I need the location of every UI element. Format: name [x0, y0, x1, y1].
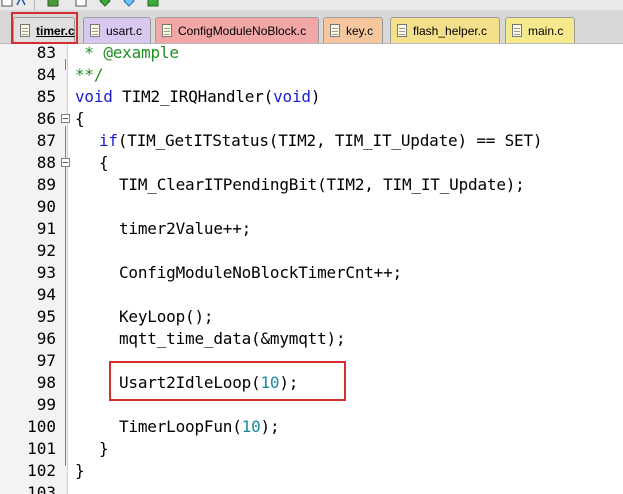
code-text: } [99, 438, 109, 458]
code-text: } [75, 460, 85, 480]
tool-icon-5[interactable] [98, 0, 112, 8]
line-number: 93 [36, 262, 56, 282]
code-line: 86 { [0, 107, 623, 129]
fold-collapse-icon[interactable] [61, 157, 70, 167]
file-icon [330, 24, 340, 37]
code-line: 102 } [0, 459, 623, 481]
line-number: 89 [36, 174, 56, 194]
line-number: 92 [36, 240, 56, 260]
code-line: 92 [0, 239, 623, 261]
code-editor[interactable]: 83 * @example 84 **/ 85 void TIM2_IRQHan… [0, 44, 623, 494]
line-number: 99 [36, 394, 56, 414]
tab-timer-c[interactable]: timer.c [13, 17, 75, 43]
file-icon [162, 24, 172, 37]
line-number: 91 [36, 218, 56, 238]
tab-label: usart.c [106, 23, 143, 38]
code-text: mqtt_time_data(&mymqtt); [119, 328, 346, 348]
code-text: KeyLoop(); [119, 306, 214, 326]
code-line: 94 [0, 283, 623, 305]
code-line: 89 TIM_ClearITPendingBit(TIM2, TIM_IT_Up… [0, 173, 623, 195]
code-line: 84 **/ [0, 63, 623, 85]
code-text: ConfigModuleNoBlockTimerCnt++; [119, 262, 402, 282]
tab-flash-helper-c[interactable]: flash_helper.c [390, 17, 500, 43]
code-line: 98 Usart2IdleLoop(10); [0, 371, 623, 393]
code-text: { [75, 108, 85, 128]
file-icon [512, 24, 522, 37]
line-number: 86 [36, 108, 56, 128]
code-line: 99 [0, 393, 623, 415]
tab-label: flash_helper.c [413, 23, 488, 38]
line-number: 84 [36, 64, 56, 84]
code-line: 96 mqtt_time_data(&mymqtt); [0, 327, 623, 349]
line-number: 100 [27, 416, 56, 436]
tool-icon-2[interactable] [14, 0, 28, 8]
code-line: 87 if(TIM_GetITStatus(TIM2, TIM_IT_Updat… [0, 129, 623, 151]
line-number: 97 [36, 350, 56, 370]
tab-label: key.c [346, 23, 374, 38]
tool-icon-1[interactable] [0, 0, 14, 8]
code-text: TIM_ClearITPendingBit(TIM2, TIM_IT_Updat… [119, 174, 525, 194]
code-line: 103 [0, 481, 623, 494]
line-number: 102 [27, 460, 56, 480]
code-line: 97 [0, 349, 623, 371]
line-number: 95 [36, 306, 56, 326]
line-number: 88 [36, 152, 56, 172]
code-line: 88 { [0, 151, 623, 173]
tab-usart-c[interactable]: usart.c [83, 17, 151, 43]
tab-label: main.c [528, 23, 564, 38]
line-number: 98 [36, 372, 56, 392]
tool-icon-3[interactable] [46, 0, 60, 8]
code-text: **/ [75, 64, 104, 84]
line-number: 85 [36, 86, 56, 106]
code-line: 91 timer2Value++; [0, 217, 623, 239]
code-text: TimerLoopFun(10); [119, 416, 280, 436]
code-text: * @example [75, 44, 179, 62]
code-line: 83 * @example [0, 44, 623, 63]
code-line: 95 KeyLoop(); [0, 305, 623, 327]
code-text: Usart2IdleLoop(10); [119, 372, 299, 392]
fold-collapse-icon[interactable] [61, 113, 70, 123]
code-text: void TIM2_IRQHandler(void) [75, 86, 321, 106]
tool-icon-7[interactable] [146, 0, 160, 8]
tool-icon-6[interactable] [122, 0, 136, 8]
code-line: 101 } [0, 437, 623, 459]
code-line: 93 ConfigModuleNoBlockTimerCnt++; [0, 261, 623, 283]
line-number: 103 [27, 482, 56, 494]
file-icon [20, 24, 30, 37]
code-text: { [99, 152, 109, 172]
code-line: 85 void TIM2_IRQHandler(void) [0, 85, 623, 107]
tab-main-c[interactable]: main.c [505, 17, 575, 43]
code-line: 100 TimerLoopFun(10); [0, 415, 623, 437]
line-number: 94 [36, 284, 56, 304]
tool-icon-4[interactable] [74, 0, 88, 8]
file-icon [397, 24, 407, 37]
line-number: 96 [36, 328, 56, 348]
file-tab-bar: timer.c usart.c ConfigModuleNoBlock.c ke… [0, 10, 623, 44]
file-icon [90, 24, 100, 37]
tab-key-c[interactable]: key.c [323, 17, 383, 43]
toolbar [0, 0, 623, 10]
line-number: 87 [36, 130, 56, 150]
tab-label: ConfigModuleNoBlock.c [178, 23, 307, 38]
tab-configmodulenoblock-c[interactable]: ConfigModuleNoBlock.c [155, 17, 319, 43]
line-number: 83 [36, 44, 56, 62]
code-text: timer2Value++; [119, 218, 252, 238]
line-number: 90 [36, 196, 56, 216]
tab-label: timer.c [36, 23, 75, 38]
code-line: 90 [0, 195, 623, 217]
code-text: if(TIM_GetITStatus(TIM2, TIM_IT_Update) … [99, 130, 543, 150]
line-number: 101 [27, 438, 56, 458]
